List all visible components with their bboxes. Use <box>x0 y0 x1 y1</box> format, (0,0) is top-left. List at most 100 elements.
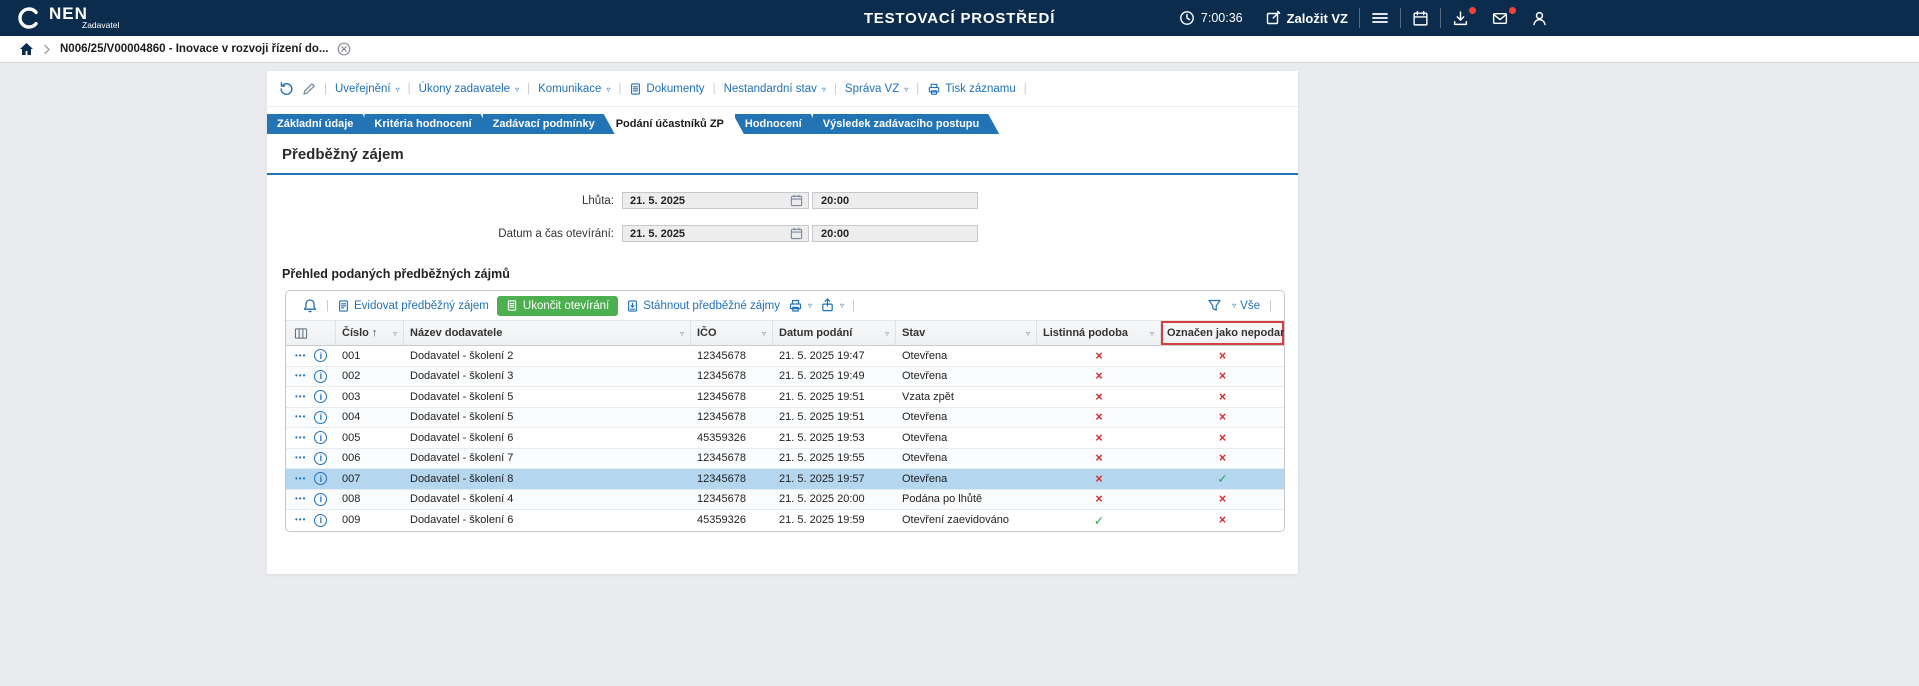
table-row-009[interactable]: ••• i 009 Dodavatel - školení 6 45359326… <box>286 510 1284 531</box>
cell-datum-podani: 21. 5. 2025 19:57 <box>779 472 865 485</box>
app-logo[interactable]: NEN Zadavatel <box>0 5 119 31</box>
column-nazev-dodavatele[interactable]: Název dodavatele ▿ <box>404 321 691 345</box>
row-menu-button[interactable]: ••• <box>295 474 306 483</box>
cell-stav: Podána po lhůtě <box>902 493 983 506</box>
table-row-005[interactable]: ••• i 005 Dodavatel - školení 6 45359326… <box>286 428 1284 449</box>
calendar-button[interactable] <box>1401 0 1440 36</box>
user-profile-button[interactable] <box>1520 0 1559 36</box>
column-cislo[interactable]: Číslo ↑ ▿ <box>336 321 404 345</box>
downloads-button[interactable] <box>1441 0 1480 36</box>
lhuta-time-field[interactable]: 20:00 <box>812 192 978 209</box>
filter-caret-icon: ▿ <box>1149 328 1154 338</box>
table-row-007[interactable]: ••• i 007 Dodavatel - školení 8 12345678… <box>286 469 1284 490</box>
toolbar-item-ukony-zadavatele[interactable]: Úkony zadavatele ▿ <box>419 83 519 95</box>
menu-button[interactable] <box>1360 0 1400 36</box>
form-row-lhuta: Lhůta: 21. 5. 2025 20:00 <box>267 192 1298 209</box>
tab-zadavaci-podminky[interactable]: Zadávací podmínky <box>483 114 615 134</box>
row-info-icon[interactable]: i <box>314 492 328 506</box>
row-menu-button[interactable]: ••• <box>295 433 306 442</box>
row-menu-button[interactable]: ••• <box>295 495 306 503</box>
topbar: NEN Zadavatel TESTOVACÍ PROSTŘEDÍ 7:00:3… <box>0 0 1919 36</box>
view-all-button[interactable]: ▿ Vše <box>1231 300 1260 312</box>
tab-hodnoceni[interactable]: Hodnocení <box>735 114 822 134</box>
row-info-icon[interactable]: i <box>314 349 328 363</box>
toolbar-item-dokumenty[interactable]: Dokumenty <box>629 82 705 96</box>
toolbar-item-tisk-zaznamu[interactable]: Tisk záznamu <box>927 82 1016 96</box>
toolbar-item-nestandardni-stav[interactable]: Nestandardní stav ▿ <box>724 83 826 95</box>
table-row-004[interactable]: ••• i 004 Dodavatel - školení 5 12345678… <box>286 407 1284 428</box>
row-info-icon[interactable]: i <box>314 390 328 404</box>
divider: | <box>324 83 327 95</box>
session-clock: 7:00:36 <box>1168 0 1254 36</box>
cell-datum-podani: 21. 5. 2025 19:49 <box>779 370 865 383</box>
table-body: ••• i 001 Dodavatel - školení 2 12345678… <box>286 346 1284 531</box>
row-info-icon[interactable]: i <box>314 410 328 424</box>
export-menu-button[interactable]: ▿ <box>820 298 844 313</box>
breadcrumb-record[interactable]: N006/25/V00004860 - Inovace v rozvoji ří… <box>60 43 328 55</box>
calendar-icon[interactable] <box>790 227 803 240</box>
row-menu-button[interactable]: ••• <box>295 351 306 360</box>
cell-stav: Otevřena <box>902 411 948 424</box>
mail-icon <box>1491 10 1509 27</box>
filter-button[interactable] <box>1207 298 1222 313</box>
finish-opening-button[interactable]: Ukončit otevírání <box>496 295 619 316</box>
tab-vysledek-zadavaciho-postupu[interactable]: Výsledek zadávacího postupu <box>813 114 1000 134</box>
toolbar-item-komunikace[interactable]: Komunikace ▿ <box>538 83 610 95</box>
otevirani-date-field[interactable]: 21. 5. 2025 <box>622 225 809 242</box>
grid-toolbar: | Evidovat předběžný zájem Ukončit oteví… <box>286 291 1284 321</box>
table-row-001[interactable]: ••• i 001 Dodavatel - školení 2 12345678… <box>286 346 1284 367</box>
column-oznacen-jako-nepodany[interactable]: Označen jako nepodaný <box>1161 321 1284 345</box>
column-stav[interactable]: Stav ▿ <box>896 321 1037 345</box>
print-menu-button[interactable]: ▿ <box>788 298 812 313</box>
download-interests-button[interactable]: Stáhnout předběžné zájmy <box>626 299 780 313</box>
home-icon[interactable] <box>19 42 34 56</box>
column-datum-podani[interactable]: Datum podání ▿ <box>773 321 896 345</box>
close-record-icon[interactable] <box>337 42 351 56</box>
sort-asc-icon: ↑ <box>371 327 378 339</box>
section-head: Předběžný zájem <box>267 134 1298 175</box>
tab-kriteria-hodnoceni[interactable]: Kritéria hodnocení <box>364 114 491 134</box>
row-menu-button[interactable]: ••• <box>295 516 306 524</box>
row-menu-button[interactable]: ••• <box>295 372 306 380</box>
filter-caret-icon: ▿ <box>679 328 684 338</box>
divider: | <box>852 299 856 312</box>
row-info-icon[interactable]: i <box>314 369 328 383</box>
column-listinna-podoba[interactable]: Listinná podoba ▿ <box>1037 321 1161 345</box>
column-chooser[interactable] <box>286 321 336 345</box>
row-menu-button[interactable]: ••• <box>295 413 306 421</box>
bell-button[interactable] <box>302 298 318 314</box>
table-row-006[interactable]: ••• i 006 Dodavatel - školení 7 12345678… <box>286 448 1284 469</box>
row-info-icon[interactable]: i <box>314 451 328 465</box>
tabs: Základní údaje Kritéria hodnocení Zadávací… <box>267 114 1298 134</box>
messages-button[interactable] <box>1480 0 1520 36</box>
divider: | <box>833 83 837 95</box>
cell-cislo: 009 <box>342 514 361 527</box>
row-menu-button[interactable]: ••• <box>295 392 306 401</box>
row-info-icon[interactable]: i <box>314 472 328 486</box>
chevron-down-icon: ▿ <box>395 84 400 94</box>
table-row-002[interactable]: ••• i 002 Dodavatel - školení 3 12345678… <box>286 366 1284 387</box>
cell-cislo: 008 <box>342 493 361 506</box>
calendar-icon[interactable] <box>790 194 803 207</box>
cell-oznacen-jako-nepodany: × <box>1218 410 1227 425</box>
deadline-form: Lhůta: 21. 5. 2025 20:00 Datum a čas ote… <box>267 175 1298 242</box>
toolbar-item-sprava-vz[interactable]: Správa VZ ▿ <box>845 83 908 95</box>
tab-zakladni-udaje[interactable]: Základní údaje <box>267 114 373 134</box>
table-title: Přehled podaných předběžných zájmů <box>282 267 510 281</box>
table-row-008[interactable]: ••• i 008 Dodavatel - školení 4 12345678… <box>286 489 1284 510</box>
filter-caret-icon: ▿ <box>1025 328 1030 338</box>
otevirani-time-field[interactable]: 20:00 <box>812 225 978 242</box>
table-row-003[interactable]: ••• i 003 Dodavatel - školení 5 12345678… <box>286 387 1284 408</box>
column-ico[interactable]: IČO ▿ <box>691 321 773 345</box>
create-vz-button[interactable]: Založit VZ <box>1254 0 1359 36</box>
lhuta-date-field[interactable]: 21. 5. 2025 <box>622 192 809 209</box>
tab-podani-ucastniku-zp[interactable]: Podání účastníků ZP <box>606 114 744 134</box>
toolbar-item-uverejneni[interactable]: Uveřejnění ▿ <box>335 83 400 95</box>
register-interest-button[interactable]: Evidovat předběžný zájem <box>337 299 489 313</box>
edit-button[interactable] <box>302 82 316 96</box>
row-info-icon[interactable]: i <box>314 431 328 445</box>
history-button[interactable] <box>278 81 294 97</box>
person-icon <box>1531 10 1548 27</box>
row-menu-button[interactable]: ••• <box>295 454 306 462</box>
row-info-icon[interactable]: i <box>314 513 328 527</box>
